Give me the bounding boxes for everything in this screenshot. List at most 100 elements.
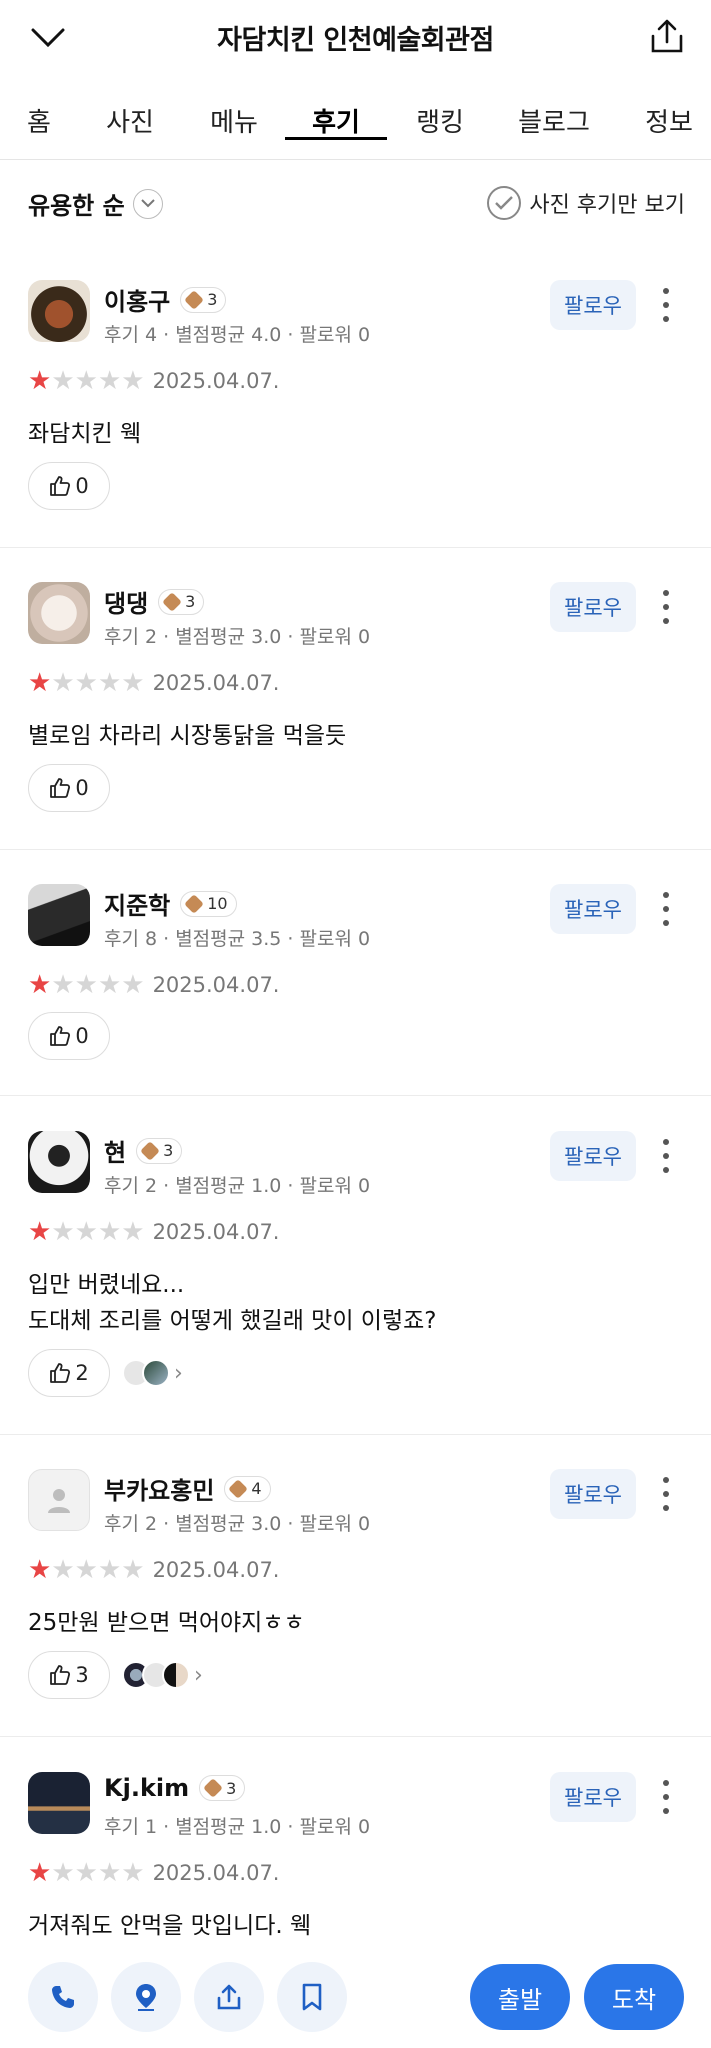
avatar[interactable]: [28, 1469, 90, 1531]
follow-button[interactable]: 팔로우: [550, 280, 636, 330]
reviewer-name[interactable]: 부카요홍민: [104, 1471, 214, 1506]
tab-menu[interactable]: 메뉴: [208, 86, 260, 139]
star-icon: ★: [121, 1217, 145, 1247]
check-circle-icon: [487, 186, 522, 220]
tab-info[interactable]: 정보: [643, 86, 695, 139]
reviewer-name[interactable]: 이홍구: [104, 282, 170, 317]
more-options-icon[interactable]: [660, 1477, 672, 1511]
star-icon: ★: [97, 1858, 122, 1888]
level-icon: [184, 893, 205, 914]
level-icon: [184, 289, 205, 310]
chevron-right-icon: ›: [194, 1662, 203, 1688]
review-item: 댕댕 3 후기 2 · 별점평균 3.0 · 팔로워 0 팔로우 ★ ★ ★ ★ ★ 2…: [0, 582, 711, 850]
like-button[interactable]: 0: [28, 462, 110, 510]
star-icon: ★: [51, 668, 75, 698]
chevron-down-icon[interactable]: [26, 18, 70, 58]
star-icon: ★: [74, 1217, 98, 1247]
follow-button[interactable]: 팔로우: [550, 884, 636, 934]
level-badge: 4: [224, 1475, 271, 1502]
level-icon: [228, 1478, 249, 1499]
star-rating: ★ ★ ★ ★ ★: [28, 1557, 145, 1583]
thumbs-up-icon: [50, 476, 71, 496]
like-count: 0: [75, 776, 89, 800]
depart-button[interactable]: 출발: [470, 1964, 570, 2030]
chevron-down-icon: [132, 188, 163, 219]
follow-button[interactable]: 팔로우: [550, 1469, 636, 1519]
more-options-icon[interactable]: [660, 1780, 672, 1814]
like-button[interactable]: 0: [28, 764, 110, 812]
chevron-right-icon: ›: [174, 1360, 183, 1386]
more-options-icon[interactable]: [660, 590, 672, 624]
avatar[interactable]: [28, 582, 90, 644]
share-icon[interactable]: [645, 14, 689, 58]
star-icon: ★: [28, 1858, 52, 1888]
star-icon: ★: [74, 970, 98, 1000]
reviewer-name[interactable]: 지준학: [104, 886, 170, 921]
reviewer-name[interactable]: 댕댕: [104, 584, 148, 619]
tab-bar: 홈 사진 메뉴 후기 랭킹 블로그 정보: [0, 86, 711, 160]
rating-row: ★ ★ ★ ★ ★ 2025.04.07.: [28, 1860, 279, 1886]
tab-ranking[interactable]: 랭킹: [414, 86, 466, 139]
photo-only-label: 사진 후기만 보기: [529, 193, 685, 218]
avatar[interactable]: [28, 1131, 90, 1193]
phone-icon[interactable]: [28, 1962, 98, 2032]
location-pin-icon[interactable]: [111, 1962, 181, 2032]
star-icon: ★: [121, 1858, 145, 1888]
avatar[interactable]: [28, 280, 90, 342]
likers-list[interactable]: ›: [122, 1359, 183, 1387]
place-title: 자담치킨 인천예술회관점: [217, 24, 494, 56]
star-icon: ★: [121, 668, 145, 698]
level-badge: 3: [199, 1775, 246, 1801]
liker-avatar: [162, 1661, 190, 1689]
follow-button[interactable]: 팔로우: [550, 582, 636, 632]
review-date: 2025.04.07.: [152, 1558, 280, 1582]
follow-button[interactable]: 팔로우: [550, 1131, 636, 1181]
review-date: 2025.04.07.: [152, 1220, 280, 1244]
liker-avatar: [142, 1359, 170, 1387]
like-button[interactable]: 3: [28, 1651, 110, 1699]
level-number: 3: [163, 1141, 174, 1160]
rating-row: ★ ★ ★ ★ ★ 2025.04.07.: [28, 670, 279, 696]
star-icon: ★: [74, 1858, 98, 1888]
sort-dropdown[interactable]: 유용한 순: [28, 186, 163, 221]
tab-photos[interactable]: 사진: [104, 86, 156, 139]
follow-button[interactable]: 팔로우: [550, 1772, 636, 1822]
level-icon: [140, 1140, 160, 1161]
tab-reviews[interactable]: 후기: [285, 86, 387, 140]
level-number: 3: [207, 290, 218, 309]
avatar[interactable]: [28, 1772, 90, 1834]
review-item: 부카요홍민 4 후기 2 · 별점평균 3.0 · 팔로워 0 팔로우 ★ ★ ★ ★…: [0, 1469, 711, 1737]
avatar[interactable]: [28, 884, 90, 946]
star-icon: ★: [28, 1555, 52, 1585]
review-text: 거져줘도 안먹을 맛입니다. 웩: [28, 1913, 312, 1939]
tab-blog[interactable]: 블로그: [518, 86, 590, 139]
user-placeholder-icon: [48, 1489, 70, 1513]
star-icon: ★: [121, 1555, 145, 1585]
star-icon: ★: [97, 1217, 122, 1247]
rating-row: ★ ★ ★ ★ ★ 2025.04.07.: [28, 972, 279, 998]
tab-home[interactable]: 홈: [26, 86, 52, 139]
star-icon: ★: [28, 1217, 52, 1247]
like-button[interactable]: 0: [28, 1012, 110, 1060]
reviewer-name[interactable]: 현: [104, 1133, 126, 1168]
like-button[interactable]: 2: [28, 1349, 110, 1397]
star-rating: ★ ★ ★ ★ ★: [28, 368, 145, 394]
likers-list[interactable]: ›: [122, 1661, 203, 1689]
reviewer-meta: 후기 8 · 별점평균 3.5 · 팔로워 0: [104, 928, 371, 950]
top-bar: 자담치킨 인천예술회관점: [0, 0, 711, 74]
reviewer-name[interactable]: Kj.kim: [104, 1774, 189, 1802]
more-options-icon[interactable]: [660, 1139, 672, 1173]
share-icon[interactable]: [194, 1962, 264, 2032]
star-icon: ★: [74, 1555, 98, 1585]
arrive-button[interactable]: 도착: [584, 1964, 684, 2030]
sort-label: 유용한 순: [28, 192, 125, 220]
review-text: 입만 버렸네요... 도대체 조리를 어떻게 했길래 맛이 이렇죠?: [28, 1272, 437, 1334]
bookmark-icon[interactable]: [277, 1962, 347, 2032]
photo-reviews-only-toggle[interactable]: 사진 후기만 보기: [487, 186, 685, 220]
review-date: 2025.04.07.: [152, 973, 280, 997]
more-options-icon[interactable]: [660, 288, 672, 322]
more-options-icon[interactable]: [660, 892, 672, 926]
star-icon: ★: [74, 366, 98, 396]
thumbs-up-icon: [50, 1363, 71, 1383]
star-icon: ★: [51, 1858, 75, 1888]
